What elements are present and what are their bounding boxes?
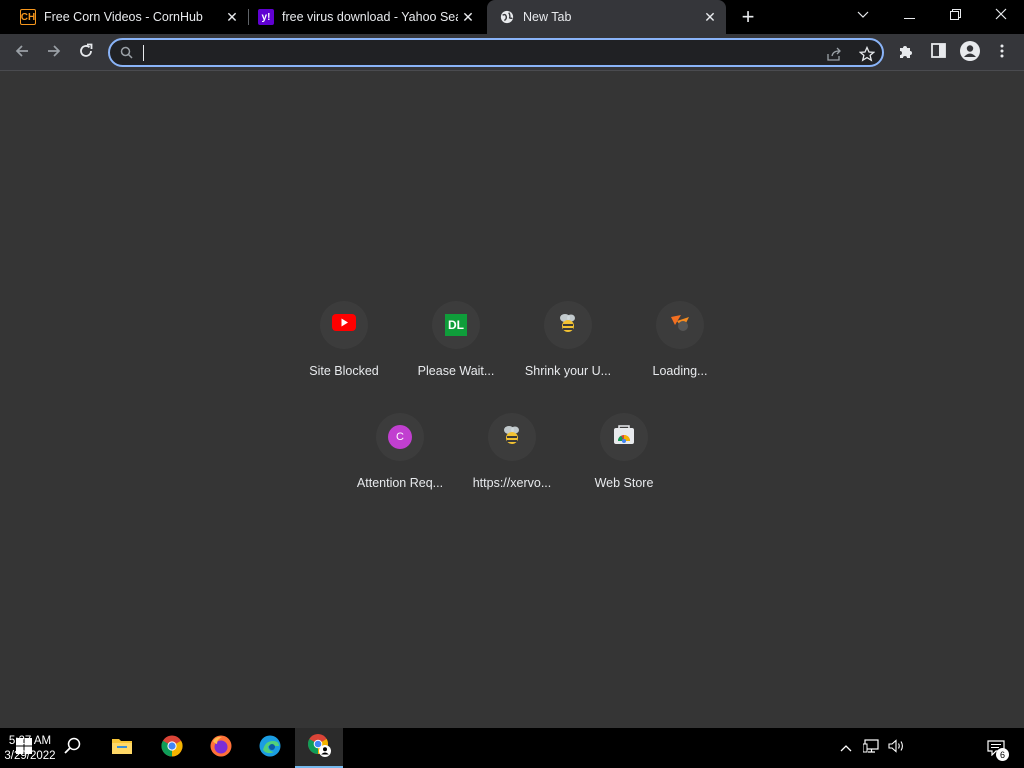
reload-button[interactable] [73, 40, 99, 66]
shortcut-icon-circle [600, 413, 648, 461]
close-icon[interactable]: ✕ [700, 7, 720, 27]
shortcut-icon-circle: DL [432, 301, 480, 349]
taskbar-firefox[interactable] [197, 728, 245, 768]
shortcut-label: https://xervo... [472, 476, 552, 490]
tray-clock[interactable]: 5:27 AM 3/29/2022 [0, 728, 60, 768]
menu-icon [1000, 44, 1004, 63]
restore-button[interactable] [932, 0, 978, 30]
omnibox-input[interactable] [140, 42, 810, 64]
globe-icon [499, 9, 515, 25]
menu-button[interactable] [989, 40, 1015, 66]
shortcut-label: Loading... [652, 364, 708, 378]
network-icon [862, 738, 879, 758]
minimize-button[interactable] [886, 0, 932, 30]
extensions-icon [898, 43, 914, 64]
edge-icon [259, 735, 281, 762]
cornhub-favicon: CH [20, 9, 36, 25]
reload-icon [78, 43, 94, 64]
web-store-icon [613, 424, 635, 450]
chrome-icon [161, 735, 183, 762]
tab-search-icon[interactable] [840, 0, 886, 30]
text-caret [143, 45, 144, 61]
clock-time: 5:27 AM [8, 734, 52, 747]
tray-overflow-button[interactable] [835, 728, 857, 768]
chevron-up-icon [840, 739, 852, 757]
side-panel-button[interactable] [925, 40, 951, 66]
restore-icon [949, 8, 961, 23]
shortcut-label: Attention Req... [356, 476, 444, 490]
volume-icon [887, 738, 905, 758]
tab-yahoo[interactable]: y! free virus download - Yahoo Search ✕ [238, 0, 486, 34]
shortcut-tile[interactable]: Site Blocked [294, 295, 394, 391]
tab-strip: CH Free Corn Videos - CornHub ✕ y! free … [0, 0, 1024, 34]
search-icon [120, 46, 133, 64]
browser-toolbar [0, 34, 1024, 71]
taskbar-file-explorer[interactable] [98, 728, 146, 768]
dl-icon: DL [445, 314, 467, 336]
side-panel-icon [930, 43, 946, 63]
shortcut-label: Shrink your U... [524, 364, 612, 378]
shortcut-label: Please Wait... [417, 364, 495, 378]
new-tab-page: Site Blocked DL Please Wait... Shrink yo… [0, 71, 1024, 728]
new-tab-button[interactable]: + [736, 4, 760, 29]
taskbar-edge[interactable] [246, 728, 294, 768]
back-icon [14, 43, 30, 64]
taskbar-chrome[interactable] [148, 728, 196, 768]
clock-date: 3/29/2022 [4, 749, 56, 762]
close-icon[interactable]: ✕ [458, 7, 478, 27]
orange-logo-icon [669, 313, 691, 338]
tab-cornhub[interactable]: CH Free Corn Videos - CornHub ✕ [0, 0, 248, 34]
bee-icon [557, 312, 579, 339]
shortcut-tile[interactable]: Loading... [630, 295, 730, 391]
tray-notification-button[interactable]: 6 [978, 728, 1014, 768]
share-icon[interactable] [826, 45, 844, 63]
forward-button[interactable] [41, 40, 67, 66]
shortcut-tile[interactable]: Web Store [574, 407, 674, 503]
shortcut-icon-circle [488, 413, 536, 461]
close-icon [995, 8, 1007, 23]
shortcut-tile[interactable]: C Attention Req... [350, 407, 450, 503]
forward-icon [46, 43, 62, 64]
tab-title: free virus download - Yahoo Search [282, 10, 458, 24]
profile-button[interactable] [957, 40, 983, 66]
minimize-icon [903, 8, 915, 23]
shortcut-icon-circle [656, 301, 704, 349]
shortcut-tile[interactable]: https://xervo... [462, 407, 562, 503]
shortcut-icon-circle [320, 301, 368, 349]
notification-count-badge: 6 [996, 748, 1009, 761]
firefox-icon [210, 735, 232, 762]
notification-icon: 6 [987, 740, 1009, 761]
shortcut-tile[interactable]: Shrink your U... [518, 295, 618, 391]
file-explorer-icon [111, 737, 133, 760]
yahoo-favicon: y! [258, 9, 274, 25]
extensions-button[interactable] [893, 40, 919, 66]
letter-c-icon: C [388, 425, 412, 449]
shortcut-icon-circle: C [376, 413, 424, 461]
star-icon[interactable] [858, 45, 876, 63]
tab-new-tab[interactable]: New Tab ✕ [487, 0, 726, 34]
shortcut-icon-circle [544, 301, 592, 349]
taskbar-chrome-profile[interactable] [295, 728, 343, 768]
shortcut-label: Web Store [594, 476, 654, 490]
bee-icon [501, 424, 523, 451]
tab-title: New Tab [523, 10, 572, 24]
shortcut-tile[interactable]: DL Please Wait... [406, 295, 506, 391]
chrome-profile-icon [307, 733, 331, 762]
windows-taskbar: 5:27 AM 3/29/2022 6 [0, 728, 1024, 768]
tab-title: Free Corn Videos - CornHub [44, 10, 203, 24]
tray-network-button[interactable] [859, 728, 883, 768]
address-bar[interactable] [108, 38, 884, 67]
profile-icon [960, 40, 980, 66]
youtube-icon [332, 314, 356, 336]
tray-volume-button[interactable] [884, 728, 908, 768]
search-icon [63, 737, 81, 759]
close-window-button[interactable] [978, 0, 1024, 30]
shortcut-label: Site Blocked [309, 364, 379, 378]
back-button[interactable] [9, 40, 35, 66]
